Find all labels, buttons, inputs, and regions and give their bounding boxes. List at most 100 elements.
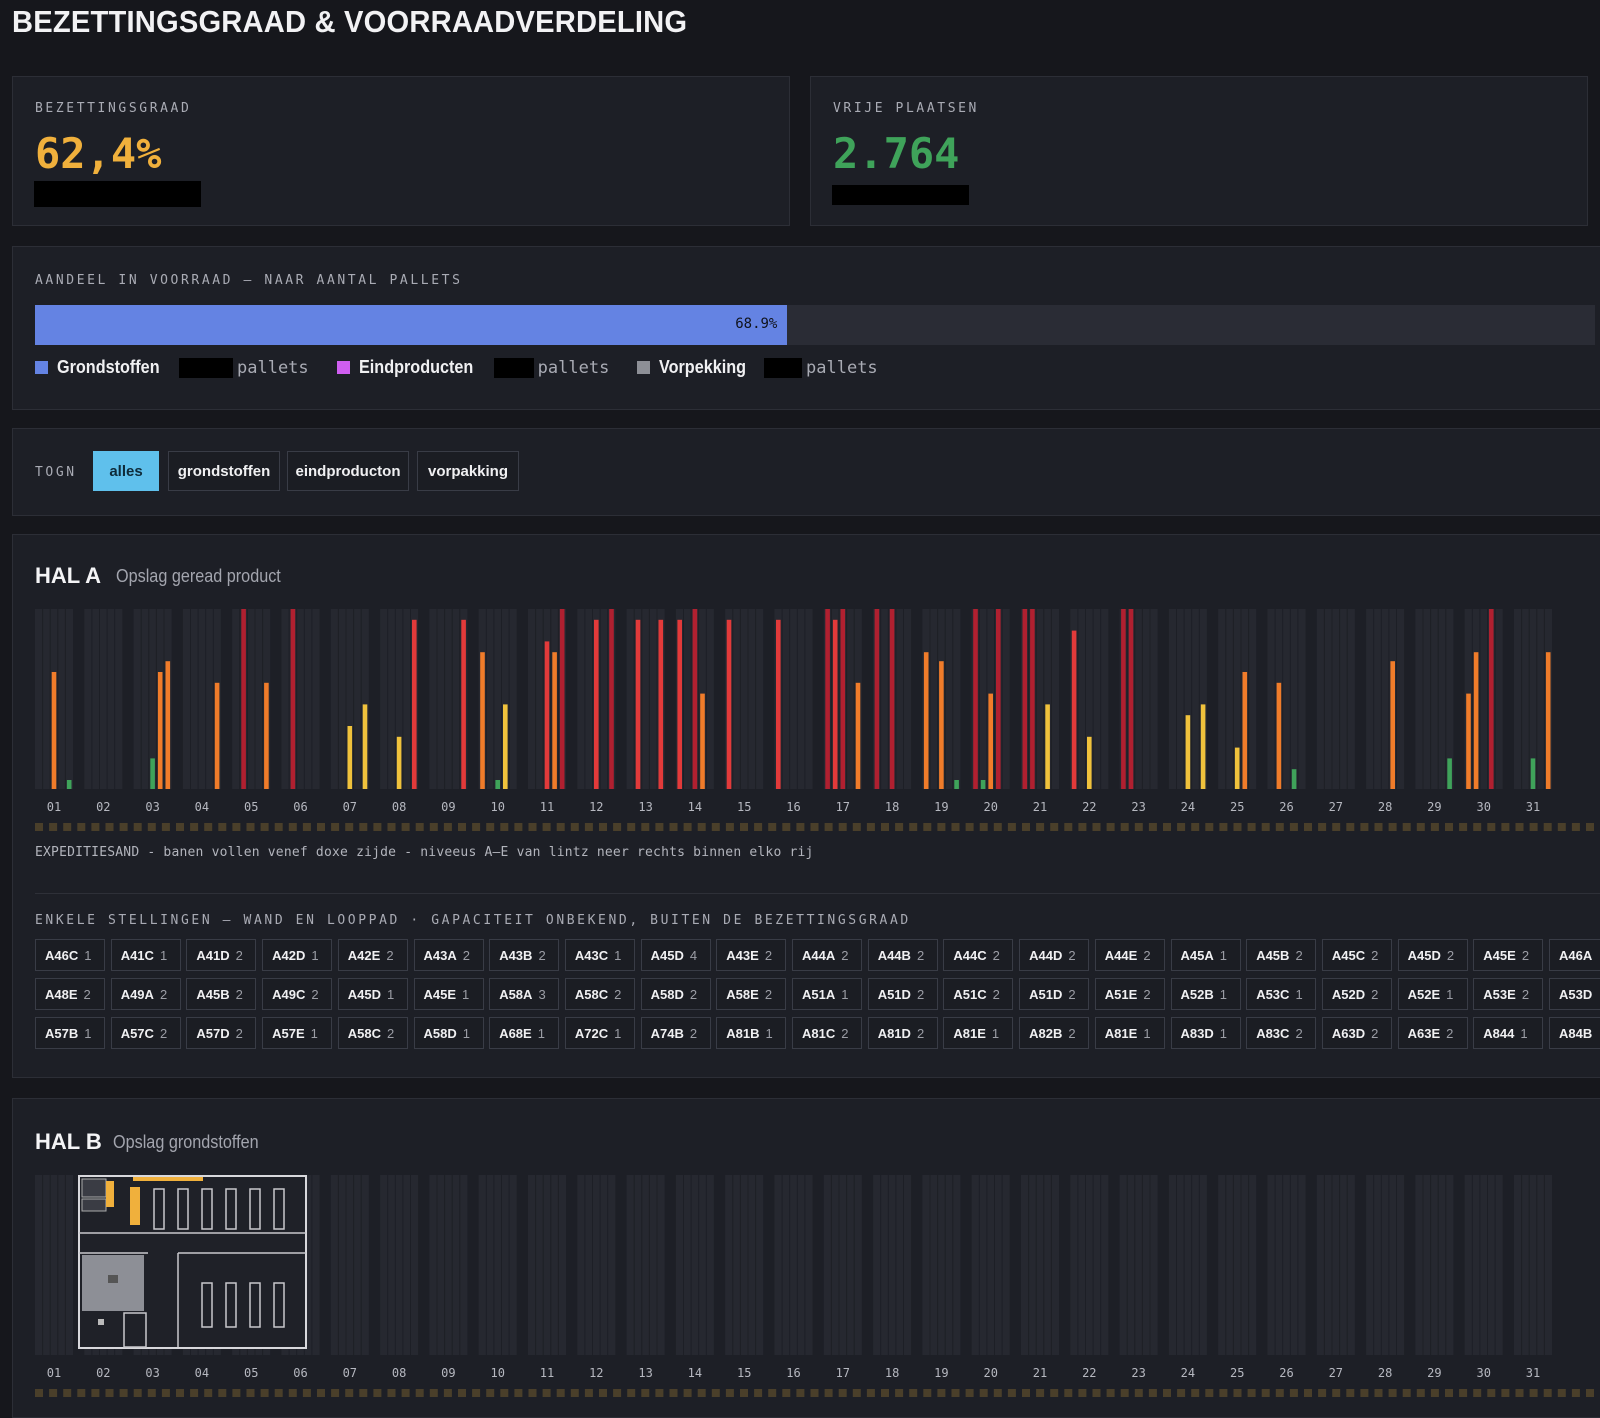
rack-chip[interactable]: A81E 1 <box>1094 1017 1165 1049</box>
rack-chip[interactable]: A49A 2 <box>110 978 181 1010</box>
rack-chip[interactable]: A45E 2 <box>1473 939 1544 971</box>
rack-chip[interactable]: A844 1 <box>1473 1017 1544 1049</box>
rack-chip[interactable]: A48E 2 <box>35 978 105 1010</box>
row-label: 01 <box>47 1366 61 1380</box>
rack-chip[interactable]: A42D 1 <box>262 939 333 971</box>
rack-chip-count: 2 <box>992 986 1000 1002</box>
rack-chip[interactable]: A53E 2 <box>1473 978 1544 1010</box>
rack-chip[interactable]: A57C 2 <box>110 1017 181 1049</box>
row-label: 25 <box>1230 1366 1244 1380</box>
rack-chip-count: 2 <box>1143 986 1151 1002</box>
rack-chip-name: A81E <box>953 1025 986 1041</box>
rack-chip-count: 2 <box>235 947 243 963</box>
rack-row: 10 <box>478 1175 517 1380</box>
rack-chip[interactable]: A45B 2 <box>186 978 257 1010</box>
rack-chip[interactable]: A58E 2 <box>716 978 787 1010</box>
floor-marker <box>1148 1389 1157 1397</box>
rack-chip[interactable]: A44E 2 <box>1094 939 1165 971</box>
rack-chip-count: 1 <box>84 947 92 963</box>
rack-chip[interactable]: A51C 2 <box>943 978 1014 1010</box>
rack-chip[interactable]: A43E 2 <box>716 939 787 971</box>
rack-row-background <box>1514 1175 1552 1355</box>
rack-chip-count: 2 <box>1295 1025 1303 1041</box>
rack-chip[interactable]: A82B 2 <box>1019 1017 1090 1049</box>
filter-button-verpakking[interactable]: vorpakking <box>417 451 519 491</box>
rack-chip[interactable]: A43A 2 <box>413 939 484 971</box>
rack-chip[interactable]: A43C 1 <box>564 939 635 971</box>
filter-button-eindproducten[interactable]: eindproducton <box>287 451 409 491</box>
rack-chip[interactable]: A63D 2 <box>1321 1017 1392 1049</box>
rack-chip[interactable]: A45E 1 <box>413 978 484 1010</box>
rack-chip[interactable]: A57B 1 <box>35 1017 105 1049</box>
rack-chip[interactable]: A52B 1 <box>1170 978 1241 1010</box>
kpi-card-occupancy: BEZETTINGSGRAAD 62,4% <box>12 76 790 226</box>
floor-marker <box>1543 1389 1552 1397</box>
rack-chip[interactable]: A58D 2 <box>640 978 711 1010</box>
rack-chip[interactable]: A57D 2 <box>186 1017 257 1049</box>
rack-chip[interactable]: A53D <box>1549 978 1600 1010</box>
rack-row: 22 <box>1070 1175 1109 1380</box>
rack-chip-count: 2 <box>1521 947 1530 963</box>
filter-button-alles[interactable]: alles <box>93 451 159 491</box>
rack-chip[interactable]: A83D 1 <box>1170 1017 1241 1049</box>
rack-chip[interactable]: A44D 2 <box>1019 939 1090 971</box>
floor-marker <box>387 1389 396 1397</box>
rack-chip[interactable]: A43B 2 <box>489 939 560 971</box>
rack-chip[interactable]: A45D 1 <box>337 978 408 1010</box>
rack-chip[interactable]: A72C 1 <box>564 1017 635 1049</box>
filter-button-grondstoffen[interactable]: grondstoffen <box>168 451 280 491</box>
rack-chip[interactable]: A45D 4 <box>640 939 711 971</box>
rack-chip-count: 1 <box>159 947 168 963</box>
rack-chip[interactable]: A58C 2 <box>564 978 635 1010</box>
floor-marker <box>190 1389 199 1397</box>
rack-chip[interactable]: A68E 1 <box>489 1017 560 1049</box>
rack-row-background <box>1070 1175 1109 1355</box>
rack-chip[interactable]: A81D 2 <box>867 1017 938 1049</box>
rack-chip[interactable]: A44B 2 <box>867 939 938 971</box>
filter-card: TOGN alles grondstoffen eindproducton vo… <box>12 428 1600 516</box>
hall-a-card: HAL A Opslag geread product 01 02 03 04 05 06… <box>12 534 1600 1078</box>
rack-chip-count: 2 <box>1068 986 1076 1002</box>
rack-chip-name: A42D <box>272 947 306 963</box>
floor-marker <box>852 1389 861 1397</box>
rack-chip[interactable]: A58A 3 <box>489 978 560 1010</box>
rack-chip[interactable]: A45D 2 <box>1397 939 1468 971</box>
rack-chip[interactable]: A63E 2 <box>1397 1017 1468 1049</box>
rack-chip[interactable]: A83C 2 <box>1246 1017 1317 1049</box>
rack-chip[interactable]: A46A <box>1549 939 1600 971</box>
rack-chip[interactable]: A84B <box>1549 1017 1600 1049</box>
rack-chip[interactable]: A45B 2 <box>1246 939 1317 971</box>
rack-chip[interactable]: A44C 2 <box>943 939 1014 971</box>
floor-marker <box>584 1389 593 1397</box>
rack-chip[interactable]: A42E 2 <box>337 939 408 971</box>
floor-marker <box>1557 1389 1566 1397</box>
rack-chip-count: 1 <box>841 986 849 1002</box>
rack-chip[interactable]: A51A 1 <box>792 978 862 1010</box>
rack-chip[interactable]: A49C 2 <box>262 978 333 1010</box>
rack-row-background <box>35 1175 73 1355</box>
rack-chip[interactable]: A45A 1 <box>1170 939 1241 971</box>
rack-chip[interactable]: A57E 1 <box>262 1017 333 1049</box>
rack-chip[interactable]: A58D 1 <box>413 1017 484 1049</box>
rack-chip-name: A44C <box>953 947 987 963</box>
rack-chip[interactable]: A51D 2 <box>1019 978 1090 1010</box>
floor-marker <box>1064 1389 1073 1397</box>
rack-chip[interactable]: A46C 1 <box>35 939 105 971</box>
rack-chip[interactable]: A41C 1 <box>110 939 181 971</box>
rack-chip[interactable]: A51E 2 <box>1094 978 1165 1010</box>
rack-chip[interactable]: A53C 1 <box>1246 978 1317 1010</box>
redacted-box <box>34 181 201 207</box>
rack-chip[interactable]: A52E 1 <box>1397 978 1468 1010</box>
rack-chip[interactable]: A81E 1 <box>943 1017 1014 1049</box>
rack-chip[interactable]: A52D 2 <box>1321 978 1392 1010</box>
rack-chip[interactable]: A45C 2 <box>1321 939 1392 971</box>
rack-chip-name: A57D <box>196 1025 230 1041</box>
rack-chip[interactable]: A51D 2 <box>867 978 938 1010</box>
rack-chip[interactable]: A44A 2 <box>792 939 862 971</box>
rack-chip[interactable]: A74B 2 <box>640 1017 711 1049</box>
rack-chip[interactable]: A81C 2 <box>792 1017 862 1049</box>
rack-chip[interactable]: A41D 2 <box>186 939 257 971</box>
rack-chip[interactable]: A58C 2 <box>337 1017 408 1049</box>
rack-chip[interactable]: A81B 1 <box>716 1017 787 1049</box>
rack-chip-name: A83C <box>1256 1025 1290 1041</box>
